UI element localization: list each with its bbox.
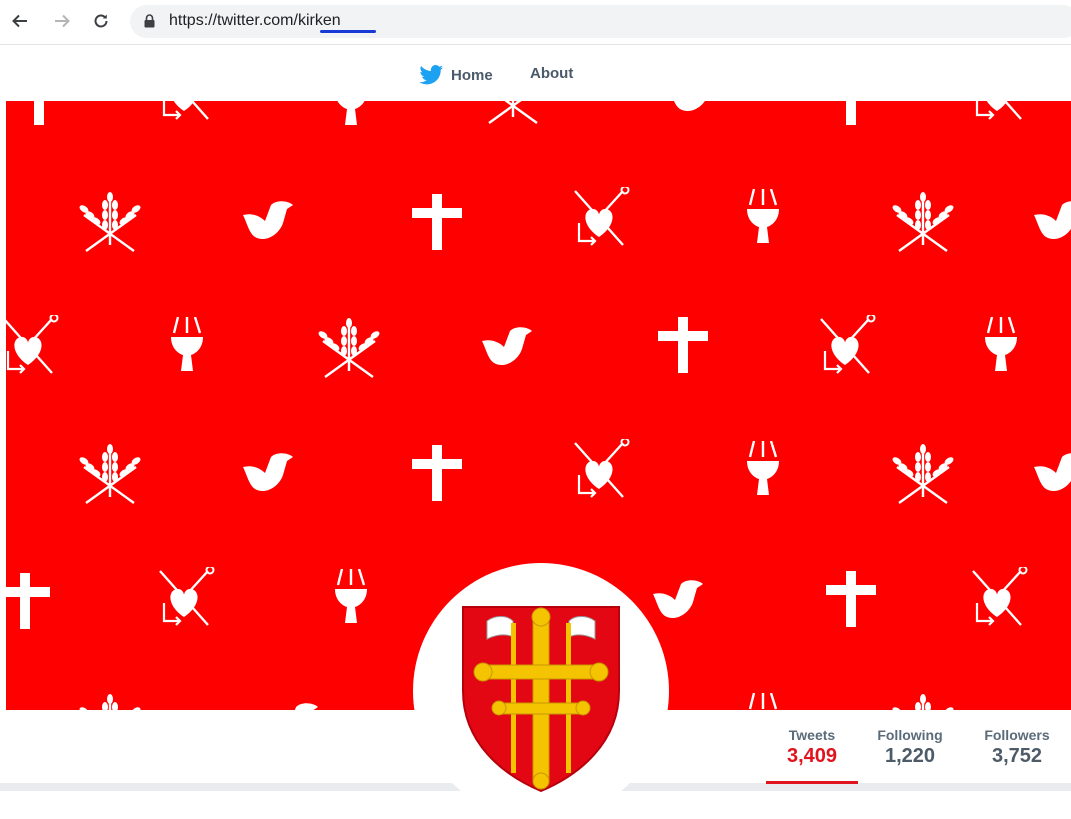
url-host: https://twitter.com/ [169, 12, 298, 29]
stat-tweets[interactable]: Tweets 3,409 [766, 727, 858, 768]
dove-icon [668, 101, 718, 112]
nav-about-label: About [530, 65, 574, 82]
top-navigation: Home About [0, 45, 1071, 101]
twitter-bird-icon [419, 65, 444, 85]
heart-anchor-icon [6, 315, 59, 375]
cross-icon [412, 194, 462, 250]
dove-icon [243, 453, 293, 492]
heart-anchor-icon [971, 101, 1028, 121]
dove-icon [653, 580, 703, 619]
active-tab-indicator [766, 781, 858, 784]
wheat-cross-icon [78, 190, 142, 253]
wheat-cross-icon [891, 190, 955, 253]
nav-home-label: Home [451, 66, 493, 84]
stat-following-value: 1,220 [884, 745, 936, 767]
chalice-icon [745, 189, 781, 245]
chalice-icon [333, 101, 369, 127]
cross-icon [826, 101, 876, 125]
cross-icon [14, 101, 64, 125]
wheat-cross-icon [891, 442, 955, 505]
cross-icon [826, 571, 876, 627]
address-bar[interactable]: https://twitter.com/kirken [130, 5, 1071, 38]
heart-anchor-icon [971, 567, 1028, 627]
arrow-right-icon [55, 14, 70, 28]
arrow-left-icon [12, 14, 27, 28]
chalice-icon [745, 693, 781, 710]
stat-followers-label: Followers [984, 727, 1050, 743]
dove-icon [268, 703, 318, 710]
wheat-cross-icon [317, 316, 381, 379]
chalice-icon [745, 441, 781, 497]
stat-following-label: Following [877, 727, 943, 743]
stat-followers-value: 3,752 [991, 745, 1043, 767]
nav-about[interactable]: About [530, 65, 573, 82]
wheat-cross-icon [78, 692, 142, 710]
dove-icon [482, 327, 532, 366]
church-coat-of-arms-icon [462, 606, 620, 793]
url-path: kirken [297, 12, 341, 29]
dove-icon [1034, 453, 1071, 492]
back-button[interactable] [9, 10, 31, 32]
wheat-cross-icon [891, 692, 955, 710]
dove-icon [1034, 201, 1071, 240]
stat-followers[interactable]: Followers 3,752 [974, 727, 1060, 768]
stat-tweets-value: 3,409 [786, 745, 838, 767]
cross-icon [6, 573, 50, 629]
heart-anchor-icon [158, 567, 215, 627]
heart-anchor-icon [158, 101, 215, 121]
url-underline-annotation [320, 30, 376, 33]
reload-button[interactable] [90, 10, 112, 32]
chalice-icon [983, 317, 1019, 373]
profile-avatar[interactable] [413, 563, 669, 819]
heart-anchor-icon [573, 439, 630, 499]
cross-icon [412, 445, 462, 501]
nav-home[interactable]: Home [419, 65, 493, 85]
cross-icon [658, 317, 708, 373]
reload-icon [94, 14, 108, 28]
heart-anchor-icon [819, 315, 876, 375]
chalice-icon [169, 317, 205, 373]
stat-tweets-label: Tweets [788, 727, 836, 743]
chalice-icon [333, 569, 369, 625]
heart-anchor-icon [573, 187, 630, 247]
wheat-cross-icon [78, 442, 142, 505]
dove-icon [243, 201, 293, 240]
wheat-cross-icon [481, 101, 545, 125]
browser-toolbar: https://twitter.com/kirken [0, 0, 1071, 45]
lock-icon [144, 14, 155, 28]
stat-following[interactable]: Following 1,220 [866, 727, 954, 768]
url-text: https://twitter.com/kirken [169, 12, 341, 30]
forward-button[interactable] [51, 10, 73, 32]
